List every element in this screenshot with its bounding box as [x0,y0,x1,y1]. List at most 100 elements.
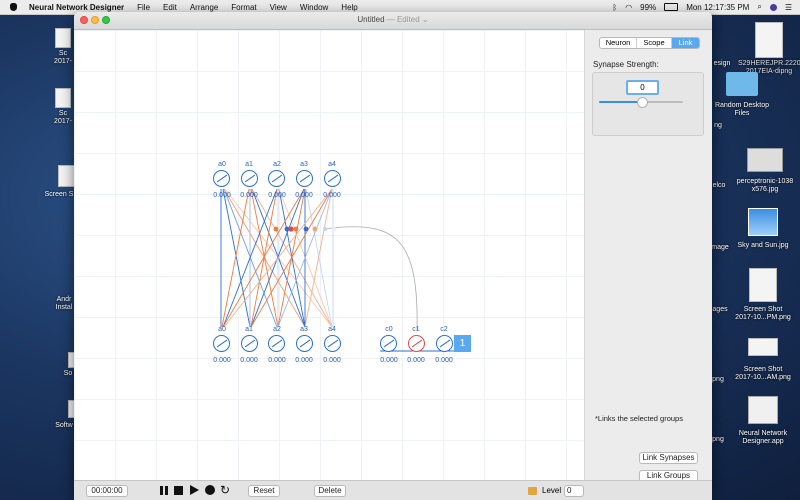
link-note: *Links the selected groups [595,414,683,423]
bottom-toolbar: 00:00:00 ↻ Reset Delete Level 0 [74,480,712,500]
clock[interactable]: Mon 12:17:35 PM [686,3,749,12]
lock-icon[interactable] [528,487,537,495]
menu-edit[interactable]: Edit [163,3,177,12]
neuron-a3-top[interactable] [296,170,313,187]
neuron-label: a2 [273,326,281,333]
menu-window[interactable]: Window [300,3,328,12]
menu-arrange[interactable]: Arrange [190,3,218,12]
neuron-label: c0 [385,326,393,333]
document-name: Untitled [357,15,385,24]
synapse-strength-field[interactable]: 0 [626,80,659,95]
wifi-icon[interactable]: ◠ [625,3,632,12]
neuron-a4-top[interactable] [324,170,341,187]
desktop-icon-right-7[interactable]: Sky and Sun.jpg [732,208,794,250]
synapse-box: 0 [592,72,704,136]
app-menu[interactable]: Neural Network Designer [29,3,124,12]
desktop-icon-right-6[interactable]: mage [710,244,730,252]
group-badge[interactable]: 1 [454,335,471,352]
chevron-down-icon[interactable]: ⌄ [422,15,429,24]
spotlight-icon[interactable]: ⌕ [757,2,761,12]
reset-button[interactable]: Reset [248,485,280,497]
tab-scope[interactable]: Scope [637,38,672,48]
neuron-a0-bottom[interactable] [213,335,230,352]
neuron-value: 0.000 [323,357,341,364]
edited-status: — Edited [386,15,420,24]
inspector-panel: Neuron Scope Link Synapse Strength: 0 *L… [584,30,712,482]
tab-neuron[interactable]: Neuron [600,38,637,48]
desktop-icon-right-4[interactable]: elco [710,182,728,190]
desktop-icon-left-5[interactable]: Softw [52,400,78,430]
neuron-label: a1 [245,326,253,333]
desktop-icon-right-12[interactable]: png [710,436,726,444]
neuron-c1-selected[interactable] [408,335,425,352]
neuron-value: 0.000 [240,357,258,364]
play-icon[interactable] [190,485,199,495]
neuron-value: 0.000 [213,357,231,364]
neuron-label: c1 [412,326,420,333]
neuron-label: a3 [300,326,308,333]
battery-icon[interactable] [664,3,679,11]
title-bar[interactable]: Untitled — Edited ⌄ [74,12,712,30]
menu-view[interactable]: View [270,3,287,12]
desktop-icon-right-10[interactable]: png [710,376,726,384]
synapse-slider-knob[interactable] [637,97,648,108]
refresh-icon[interactable]: ↻ [220,484,230,496]
stop-icon[interactable] [174,486,183,495]
neuron-a2-top[interactable] [268,170,285,187]
desktop-icon-right-11[interactable]: Screen Shot 2017-10...AM.png [730,338,796,382]
document-icon [748,338,778,356]
menu-format[interactable]: Format [231,3,256,12]
neuron-label: a3 [300,161,308,168]
desktop-icon-left-1[interactable]: Sc 2017- [50,88,76,126]
level-field[interactable]: 0 [564,485,584,497]
notification-center-icon[interactable]: ☰ [785,3,792,12]
neuron-a0-top[interactable] [213,170,230,187]
neuron-a4-bottom[interactable] [324,335,341,352]
desktop-icon-right-0[interactable]: esign [712,60,732,68]
neuron-value: 0.000 [240,192,258,199]
desktop-icon-right-13[interactable]: Neural Network Designer.app [730,396,796,446]
pause-icon[interactable] [160,486,168,495]
desktop-icon-right-2[interactable]: Random Desktop Files [712,72,772,118]
delete-button[interactable]: Delete [314,485,346,497]
neuron-label: a1 [245,161,253,168]
neuron-value: 0.000 [268,192,286,199]
neuron-value: 0.000 [323,192,341,199]
menu-help[interactable]: Help [341,3,357,12]
apple-icon[interactable] [10,3,17,11]
neuron-label: a0 [218,161,226,168]
tab-link[interactable]: Link [672,38,699,48]
group-link-curve [323,226,418,331]
neuron-c0[interactable] [380,335,397,352]
neuron-a2-bottom[interactable] [268,335,285,352]
record-icon[interactable] [205,485,215,495]
neuron-a3-bottom[interactable] [296,335,313,352]
desktop-icon-right-1[interactable]: S29HEREJPR.2220 2017EIA-dipng [738,22,800,76]
menu-file[interactable]: File [137,3,150,12]
desktop-icon-right-3[interactable]: ng [710,122,726,130]
neuron-a1-top[interactable] [241,170,258,187]
neuron-a1-bottom[interactable] [241,335,258,352]
battery-percent[interactable]: 99% [640,3,656,12]
elapsed-time: 00:00:00 [86,485,128,497]
desktop-icon-right-5[interactable]: perceptronic-1038 x576.jpg [730,148,800,194]
document-icon [55,28,71,48]
link-synapses-button[interactable]: Link Synapses [639,452,698,464]
window-title: Untitled — Edited ⌄ [74,15,712,24]
desktop-icon-right-9[interactable]: Screen Shot 2017-10...PM.png [730,268,796,322]
bluetooth-icon[interactable]: ᛒ [612,3,617,12]
app-window: Untitled — Edited ⌄ a0 0.000 a1 0.000 a2… [74,12,712,500]
synapse-slider-track[interactable] [599,97,683,108]
desktop-icon-left-3[interactable]: Andr Instal [52,296,76,312]
network-canvas[interactable]: a0 0.000 a1 0.000 a2 0.000 a3 0.000 a4 0… [74,30,584,480]
desktop-icon-left-0[interactable]: Sc 2017- [50,28,76,66]
image-thumbnail-icon [747,148,783,172]
neuron-c2[interactable] [436,335,453,352]
desktop-icon-right-8[interactable]: ages [710,306,730,314]
neuron-label: c2 [440,326,448,333]
desktop-icon-left-2[interactable]: Screen S [42,165,78,199]
siri-icon[interactable] [769,3,777,11]
folder-icon [726,72,758,96]
neuron-value: 0.000 [295,192,313,199]
image-thumbnail-icon [748,208,778,236]
